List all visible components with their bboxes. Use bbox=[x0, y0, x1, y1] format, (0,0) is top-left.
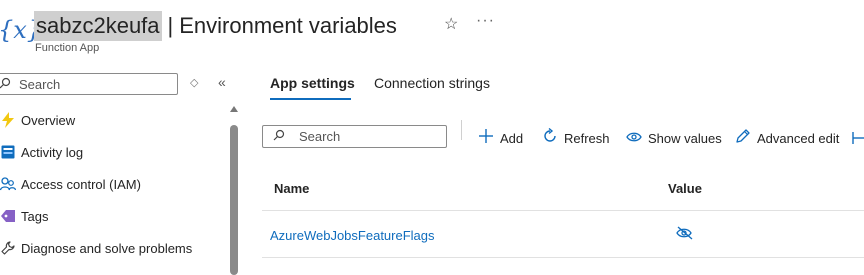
title-separator: | bbox=[167, 13, 174, 38]
favorite-star-icon[interactable]: ☆ bbox=[444, 14, 458, 34]
expand-collapse-icon[interactable]: ◇ bbox=[190, 76, 198, 89]
scroll-up-arrow-icon[interactable] bbox=[230, 106, 238, 112]
sidebar-item-access-control[interactable]: Access control (IAM) bbox=[0, 173, 141, 195]
tag-icon bbox=[0, 209, 18, 223]
lightning-icon bbox=[0, 112, 18, 128]
advanced-edit-label: Advanced edit bbox=[757, 130, 840, 146]
more-options-icon[interactable]: ··· bbox=[476, 12, 495, 30]
resource-type-subtitle: Function App bbox=[35, 42, 100, 54]
tab-app-settings[interactable]: App settings bbox=[270, 75, 355, 91]
refresh-button[interactable]: Refresh bbox=[542, 127, 610, 148]
pencil-icon bbox=[735, 128, 751, 148]
settings-search-input[interactable]: Search bbox=[262, 125, 447, 148]
page-title-text: Environment variables bbox=[179, 13, 397, 38]
overflow-command-icon[interactable] bbox=[852, 128, 864, 148]
sidebar-item-activity-log[interactable]: Activity log bbox=[0, 141, 83, 163]
toolbar-divider bbox=[461, 120, 462, 140]
column-header-name[interactable]: Name bbox=[274, 181, 309, 196]
column-header-value[interactable]: Value bbox=[668, 181, 702, 196]
activity-log-icon bbox=[0, 145, 18, 159]
function-app-logo-icon: {x} bbox=[0, 16, 43, 44]
resource-name: sabzc2keufa bbox=[34, 11, 162, 41]
show-values-label: Show values bbox=[648, 130, 722, 146]
sidebar-search-input[interactable]: Search bbox=[0, 73, 178, 95]
show-values-button[interactable]: Show values bbox=[626, 128, 722, 148]
sidebar-scrollbar-thumb[interactable] bbox=[230, 125, 238, 275]
search-icon bbox=[0, 77, 15, 92]
sidebar-item-label: Access control (IAM) bbox=[21, 176, 141, 192]
sidebar-search-placeholder: Search bbox=[19, 76, 61, 92]
sidebar-item-label: Activity log bbox=[21, 144, 84, 160]
add-label: Add bbox=[500, 130, 524, 146]
setting-name-link[interactable]: AzureWebJobsFeatureFlags bbox=[270, 228, 435, 243]
add-button[interactable]: Add bbox=[478, 128, 523, 148]
eye-icon bbox=[626, 130, 642, 147]
plus-icon bbox=[478, 128, 494, 148]
hidden-value-eye-icon[interactable] bbox=[676, 226, 694, 243]
row-divider bbox=[262, 210, 864, 211]
sidebar-item-label: Tags bbox=[21, 208, 49, 224]
sidebar-item-overview[interactable]: Overview bbox=[0, 109, 75, 131]
settings-search-placeholder: Search bbox=[299, 129, 341, 144]
page-title: sabzc2keufa | Environment variables bbox=[34, 10, 397, 42]
sidebar-item-label: Diagnose and solve problems bbox=[21, 240, 193, 256]
tab-connection-strings[interactable]: Connection strings bbox=[374, 75, 490, 91]
sidebar-item-label: Overview bbox=[21, 112, 76, 128]
sidebar-item-diagnose[interactable]: Diagnose and solve problems bbox=[0, 237, 192, 259]
refresh-icon bbox=[542, 127, 558, 148]
sidebar-item-tags[interactable]: Tags bbox=[0, 205, 48, 227]
wrench-icon bbox=[0, 241, 18, 255]
collapse-sidebar-icon[interactable]: « bbox=[218, 74, 226, 90]
row-divider bbox=[262, 257, 864, 258]
refresh-label: Refresh bbox=[564, 130, 610, 146]
search-icon bbox=[273, 129, 285, 144]
people-icon bbox=[0, 177, 18, 191]
advanced-edit-button[interactable]: Advanced edit bbox=[735, 128, 839, 148]
active-tab-indicator bbox=[270, 98, 351, 100]
